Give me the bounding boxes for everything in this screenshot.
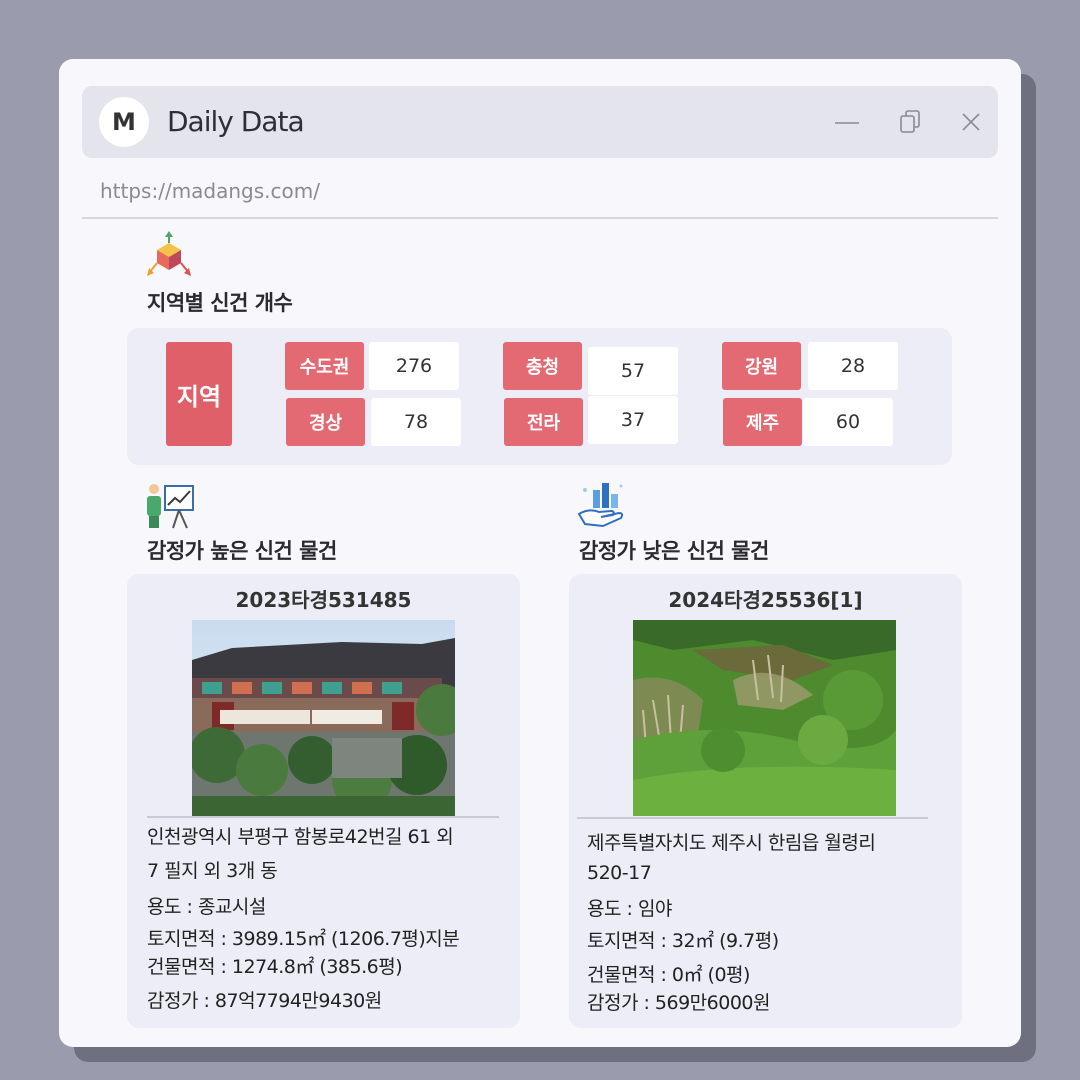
card-divider xyxy=(577,817,928,819)
land-area-text: 토지면적 : 3989.15㎡ (1206.7평)지분 xyxy=(147,928,460,950)
region-value-chungcheong: 57 xyxy=(588,347,678,395)
presentation-chart-icon xyxy=(147,484,194,529)
title-bar: M Daily Data xyxy=(82,86,998,158)
minimize-icon xyxy=(835,122,859,124)
region-section-title: 지역별 신건 개수 xyxy=(147,291,293,315)
region-value-gangwon: 28 xyxy=(808,342,898,390)
region-label-gyeongsang: 경상 xyxy=(286,398,365,446)
region-label-gangwon: 강원 xyxy=(722,342,801,390)
minimize-button[interactable] xyxy=(829,104,865,140)
usage-text: 용도 : 임야 xyxy=(587,898,672,920)
region-value-sudogwon: 276 xyxy=(369,342,459,390)
hand-bar-chart-icon xyxy=(577,483,624,528)
property-photo-temple xyxy=(192,620,455,816)
region-label-jeju: 제주 xyxy=(723,398,802,446)
url-text[interactable]: https://madangs.com/ xyxy=(100,179,320,203)
case-id: 2023타경531485 xyxy=(235,588,412,612)
app-title: Daily Data xyxy=(167,105,305,138)
high-property-card[interactable]: 2023타경531485 인천광역시 부평구 함봉로42번길 61 외 7 필지… xyxy=(127,574,520,1028)
card-divider xyxy=(147,816,499,818)
region-value-jeju: 60 xyxy=(803,398,893,446)
region-value-gyeongsang: 78 xyxy=(371,398,461,446)
address-line-1: 인천광역시 부평구 함봉로42번길 61 외 xyxy=(147,826,454,848)
building-area-text: 건물면적 : 1274.8㎡ (385.6평) xyxy=(147,956,403,978)
building-area-text: 건물면적 : 0㎡ (0평) xyxy=(587,964,750,986)
region-value-jeolla: 37 xyxy=(588,396,678,444)
close-button[interactable] xyxy=(953,104,989,140)
case-id: 2024타경25536[1] xyxy=(668,588,863,612)
region-label-sudogwon: 수도권 xyxy=(285,342,364,390)
app-window: M Daily Data https://madangs.com/ 지역별 신건… xyxy=(59,59,1021,1047)
high-section-title: 감정가 높은 신건 물건 xyxy=(147,539,337,563)
cube-axes-icon xyxy=(147,231,191,276)
app-logo: M xyxy=(99,97,149,147)
address-line-2: 7 필지 외 3개 동 xyxy=(147,860,278,882)
appraisal-text: 감정가 : 569만6000원 xyxy=(587,992,771,1014)
low-section-title: 감정가 낮은 신건 물건 xyxy=(579,539,769,563)
low-property-card[interactable]: 2024타경25536[1] 제주특별자치도 제주시 한림읍 월령리 520-1… xyxy=(569,574,962,1028)
header-divider xyxy=(82,217,998,219)
usage-text: 용도 : 종교시설 xyxy=(147,896,266,918)
address-line-2: 520-17 xyxy=(587,862,652,884)
region-label-jeolla: 전라 xyxy=(504,398,583,446)
property-photo-forest xyxy=(633,620,896,816)
land-area-text: 토지면적 : 32㎡ (9.7평) xyxy=(587,930,779,952)
copy-button[interactable] xyxy=(893,104,929,140)
copy-icon xyxy=(900,110,920,133)
region-main-label: 지역 xyxy=(166,342,232,446)
appraisal-text: 감정가 : 87억7794만9430원 xyxy=(147,990,382,1012)
address-line-1: 제주특별자치도 제주시 한림읍 월령리 xyxy=(587,832,876,854)
region-label-chungcheong: 충청 xyxy=(503,342,582,390)
close-icon xyxy=(962,113,980,131)
